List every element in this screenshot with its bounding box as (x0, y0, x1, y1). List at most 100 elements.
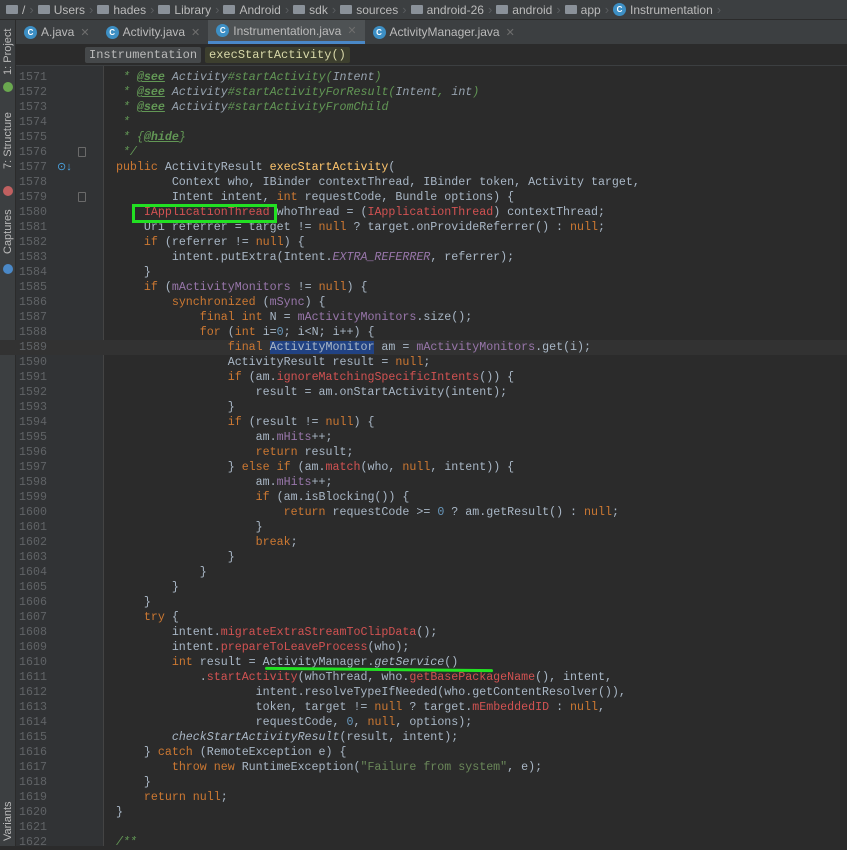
class-icon: C (216, 24, 230, 37)
code-token: } (88, 746, 158, 759)
code-token: (RemoteException e) { (192, 746, 347, 759)
code-line: 1616 } catch (RemoteException e) { (0, 745, 847, 760)
line-number: 1580 (19, 206, 47, 219)
code-token: EXTRA_REFERRER (332, 251, 431, 264)
code-line: 1618 } (0, 775, 847, 790)
code-line: 1579 Intent intent, int requestCode, Bun… (0, 190, 847, 205)
tab-activity-java[interactable]: C Activity.java ✕ (98, 20, 209, 44)
class-icon: C (613, 3, 627, 16)
code-line: 1581 Uri referrer = target != null ? tar… (0, 220, 847, 235)
code-line: 1577 public ActivityResult execStartActi… (0, 160, 847, 175)
code-line: 1602 break; (0, 535, 847, 550)
code-token: intent. (88, 641, 221, 654)
tab-a-java[interactable]: C A.java ✕ (16, 20, 98, 44)
class-icon: C (105, 25, 119, 39)
code-token: , e); (507, 761, 543, 774)
code-line: 1576 */ (0, 145, 847, 160)
tab-instrumentation-java[interactable]: C Instrumentation.java ✕ (208, 20, 365, 44)
close-icon[interactable]: ✕ (347, 24, 356, 37)
code-token: (); (416, 626, 438, 639)
breadcrumb-item[interactable]: Library (154, 3, 215, 17)
code-text: am.mHits++; (88, 475, 333, 490)
fold-marker-icon[interactable] (78, 147, 86, 157)
breadcrumb-item[interactable]: app (561, 3, 605, 17)
breadcrumb-item[interactable]: C Instrumentation (609, 3, 717, 17)
code-token: ignoreMatchingSpecificIntents (276, 371, 480, 384)
code-text: am.mHits++; (88, 430, 333, 445)
folder-icon (6, 5, 18, 14)
breadcrumb-bar: / › Users › hades › Library › Android › sdk › source… (0, 0, 847, 20)
breadcrumb-item[interactable]: android-26 (407, 3, 488, 17)
line-number: 1597 (19, 461, 47, 474)
code-line: 1615 checkStartActivityResult(result, in… (0, 730, 847, 745)
code-line: 1621 (0, 820, 847, 835)
line-number: 1575 (19, 131, 47, 144)
code-token: #startActivity( (227, 71, 333, 84)
code-line: 1606 } (0, 595, 847, 610)
nav-class[interactable]: Instrumentation (85, 46, 202, 63)
code-token: ( (388, 161, 396, 174)
code-token: ; (423, 356, 431, 369)
breadcrumb-item[interactable]: / (2, 3, 29, 17)
code-token: , (437, 86, 452, 99)
close-icon[interactable]: ✕ (191, 26, 200, 39)
line-number: 1572 (19, 86, 47, 99)
line-number: 1610 (19, 656, 47, 669)
code-token: , (353, 716, 368, 729)
code-token: requestCode, (88, 716, 347, 729)
code-text: final ActivityMonitor am = mActivityMoni… (88, 340, 591, 355)
code-token: ) (374, 71, 382, 84)
breadcrumb-item[interactable]: hades (93, 3, 150, 17)
breadcrumb-item[interactable]: Users (34, 3, 89, 17)
code-token: ++; (311, 476, 333, 489)
line-number: 1585 (19, 281, 47, 294)
code-token: IApplicationThread (367, 206, 494, 219)
breadcrumb-item[interactable]: android (492, 3, 556, 17)
breadcrumb-item[interactable]: sdk (289, 3, 332, 17)
code-line: 1613 token, target != null ? target.mEmb… (0, 700, 847, 715)
code-text: ActivityResult result = null; (88, 355, 431, 370)
breadcrumb-item[interactable]: Android (219, 3, 284, 17)
code-token: Activity (171, 86, 228, 99)
code-token: Context who, IBinder contextThread, IBin… (88, 176, 640, 189)
code-token: null (402, 461, 431, 474)
override-icon[interactable]: ⊙↓ (57, 160, 72, 173)
line-number: 1576 (19, 146, 47, 159)
line-number: 1599 (19, 491, 47, 504)
fold-marker-icon[interactable] (78, 192, 86, 202)
code-token: null (255, 236, 284, 249)
code-token: ) { (283, 236, 305, 249)
close-icon[interactable]: ✕ (506, 26, 515, 39)
code-navigation-bar: Instrumentation execStartActivity() (16, 44, 847, 66)
code-token: intent.resolveTypeIfNeeded(who.getConten… (88, 686, 626, 699)
line-number: 1589 (19, 341, 47, 354)
code-token: , intent)) { (430, 461, 515, 474)
code-token: ActivityMonitor (269, 341, 375, 354)
breadcrumb-label: android-26 (426, 2, 484, 17)
code-text: * {@hide} (88, 130, 186, 145)
code-token: public (115, 161, 165, 174)
nav-method[interactable]: execStartActivity() (205, 46, 350, 63)
code-token: null (318, 221, 347, 234)
code-token: ) { (304, 296, 326, 309)
code-line: 1585 if (mActivityMonitors != null) { (0, 280, 847, 295)
tab-activitymanager-java[interactable]: C ActivityManager.java ✕ (365, 20, 523, 44)
close-icon[interactable]: ✕ (80, 26, 89, 39)
code-text: * @see Activity#startActivityFromChild (88, 100, 389, 115)
code-token: return (255, 446, 298, 459)
breadcrumb-item[interactable]: sources (336, 3, 402, 17)
folder-icon (223, 5, 236, 14)
code-text: token, target != null ? target.mEmbedded… (88, 700, 605, 715)
code-token: if (227, 371, 242, 384)
code-line: 1580 IApplicationThread whoThread = (IAp… (0, 205, 847, 220)
line-number: 1582 (19, 236, 47, 249)
code-editor[interactable]: 1571 * @see Activity#startActivity(Inten… (0, 70, 847, 850)
code-token: N = (262, 311, 298, 324)
code-token: (who, (360, 461, 403, 474)
code-token: (am.isBlocking()) { (269, 491, 410, 504)
code-text: } catch (RemoteException e) { (88, 745, 347, 760)
code-line: 1604 } (0, 565, 847, 580)
